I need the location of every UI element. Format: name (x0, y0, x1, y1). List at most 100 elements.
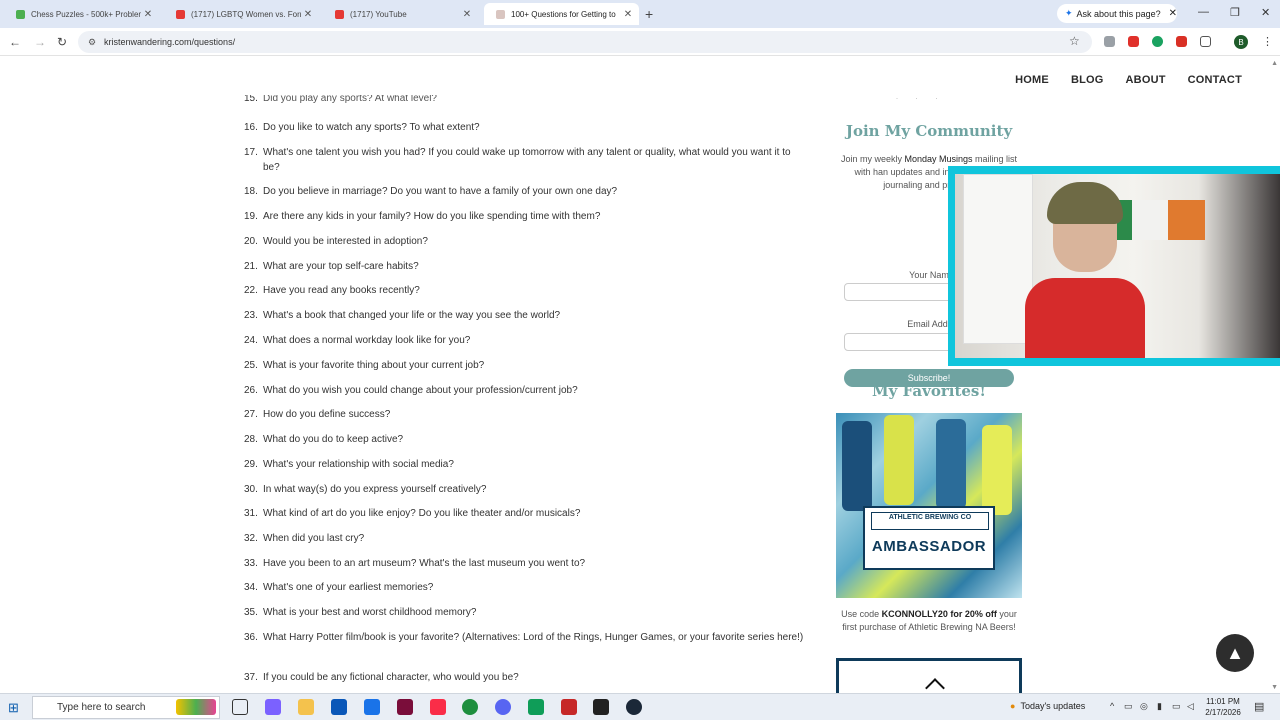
steam-icon[interactable] (626, 699, 642, 715)
youtube-icon (335, 9, 344, 19)
menu-icon[interactable]: ⋮ (1262, 35, 1273, 48)
close-icon[interactable]: ✕ (301, 9, 315, 20)
restore-icon[interactable]: ❐ (1230, 6, 1240, 19)
list-item: 29. What's your relationship with social … (244, 459, 454, 470)
scroll-to-top-button[interactable]: ▲ (1216, 634, 1254, 672)
minimize-icon[interactable]: — (1198, 6, 1209, 18)
webcam-video (955, 174, 1280, 358)
list-item: 35. What is your best and worst childhood… (244, 607, 477, 618)
athletic-brewing-ad[interactable]: ATHLETIC BREWING CO AMBASSADOR (836, 413, 1022, 598)
second-ad[interactable] (836, 658, 1022, 693)
list-item: 19. Are there any kids in your family? Ho… (244, 211, 601, 222)
music-icon[interactable] (430, 699, 446, 715)
close-icon[interactable]: ✕ (621, 9, 635, 20)
scroll-up-icon[interactable]: ▲ (1271, 60, 1278, 67)
youtube-icon (176, 9, 185, 19)
list-item: 27. How do you define success? (244, 409, 391, 420)
list-item: 32. When did you last cry? (244, 533, 365, 544)
discord-icon[interactable] (495, 699, 511, 715)
profile-avatar[interactable]: B (1234, 35, 1248, 49)
chrome-icon[interactable] (462, 699, 478, 715)
nav-home[interactable]: HOME (1015, 74, 1049, 86)
weather-icon: ● (1010, 701, 1016, 711)
nav-about[interactable]: ABOUT (1126, 74, 1166, 86)
tab-title: (1717) YouTube (350, 9, 407, 19)
app-icon[interactable] (561, 699, 577, 715)
window-close-icon[interactable]: ✕ (1261, 6, 1270, 19)
clock[interactable]: 11:01 PM 2/17/2026 (1200, 696, 1246, 718)
list-item: 18. Do you believe in marriage? Do you wa… (244, 186, 618, 197)
list-item: 24. What does a normal workday look like … (244, 335, 471, 346)
nav-blog[interactable]: BLOG (1071, 74, 1104, 86)
scroll-down-icon[interactable]: ▼ (1271, 684, 1278, 691)
address-bar[interactable]: kristenwandering.com/questions/ (78, 31, 1092, 53)
volume-icon[interactable]: ◁ (1187, 701, 1194, 712)
favorites-title: My Favorites! (872, 382, 986, 400)
extension-icon[interactable] (1176, 36, 1187, 47)
list-item: 37. If you could be any fictional charact… (244, 672, 519, 683)
battery-icon[interactable]: ▮ (1157, 701, 1162, 712)
ask-about-page-button[interactable]: ✦ Ask about this page? ✕ (1057, 4, 1177, 23)
list-item: 25. What is your favorite thing about you… (244, 360, 485, 371)
webcam-overlay (948, 166, 1280, 366)
list-item: 31. What kind of art do you like enjoy? D… (244, 508, 581, 519)
tab-title: (1717) LGBTQ Women vs. Form (191, 9, 301, 19)
chevron-up-icon[interactable]: ^ (1110, 701, 1114, 711)
outlook-icon[interactable] (364, 699, 380, 715)
chess-icon (16, 9, 25, 19)
new-tab-button[interactable]: + (645, 6, 653, 22)
taskbar: ⊞ ⌕ Type here to search ● Today's update… (0, 693, 1280, 720)
join-community-title: Join My Community (845, 122, 1013, 140)
windows-start-icon[interactable]: ⊞ (8, 700, 19, 716)
nzxt-icon[interactable] (397, 699, 413, 715)
epic-games-icon[interactable] (593, 699, 609, 715)
brand-logo: ATHLETIC BREWING CO (871, 512, 989, 530)
extension-icon[interactable] (1128, 36, 1139, 47)
list-item: 15. Did you play any sports? At what lev… (244, 95, 437, 103)
divider: · · · (896, 96, 946, 102)
tab-youtube-lgbtq[interactable]: (1717) LGBTQ Women vs. Form ✕ (164, 3, 319, 25)
news-widget[interactable]: ● Today's updates (1010, 701, 1085, 711)
sparkle-icon: ✦ (1065, 8, 1073, 18)
close-icon[interactable]: ✕ (460, 9, 474, 20)
list-item: 34. What's one of your earliest memories? (244, 582, 434, 593)
close-icon[interactable]: ✕ (141, 9, 155, 20)
tab-title: Chess Puzzles - 500k+ Problem (31, 9, 141, 19)
close-icon[interactable]: ✕ (1169, 8, 1177, 19)
tray-icon[interactable]: ▭ (1124, 701, 1133, 712)
notification-icon[interactable]: ▤ (1254, 700, 1264, 713)
list-item: 16. Do you like to watch any sports? To w… (244, 122, 480, 133)
extension-icon[interactable] (1104, 36, 1115, 47)
store-icon[interactable] (331, 699, 347, 715)
list-item: 21. What are your top self-care habits? (244, 261, 419, 272)
list-item: 36. What Harry Potter film/book is your f… (244, 632, 804, 643)
reload-icon[interactable]: ↻ (57, 35, 67, 49)
forward-icon[interactable]: → (34, 35, 46, 49)
list-item: 22. Have you read any books recently? (244, 285, 420, 296)
site-info-icon[interactable]: ⚙ (88, 37, 96, 48)
extension-icon[interactable] (1152, 36, 1163, 47)
ambassador-badge: ATHLETIC BREWING CO AMBASSADOR (863, 506, 995, 570)
nav-contact[interactable]: CONTACT (1188, 74, 1242, 86)
tab-chess-puzzles[interactable]: Chess Puzzles - 500k+ Problem ✕ (4, 3, 159, 25)
list-item: 28. What do you do to keep active? (244, 434, 404, 445)
site-nav: HOME BLOG ABOUT CONTACT (1015, 74, 1242, 86)
tab-title: 100+ Questions for Getting to (511, 9, 616, 19)
bookmark-star-icon[interactable]: ☆ (1069, 34, 1080, 48)
task-view-icon[interactable] (232, 699, 248, 715)
back-icon[interactable]: ← (9, 35, 21, 49)
tab-youtube[interactable]: (1717) YouTube ✕ (323, 3, 478, 25)
network-icon[interactable]: ▭ (1172, 701, 1181, 712)
puzzle-icon[interactable] (1200, 36, 1211, 47)
promo-text: Use code KCONNOLLY20 for 20% off your fi… (841, 609, 1017, 632)
list-item: 17. What's one talent you wish you had? I… (244, 147, 791, 173)
file-explorer-icon[interactable] (298, 699, 314, 715)
app-icon[interactable] (528, 699, 544, 715)
search-highlight-icon (176, 699, 216, 715)
ambassador-text: AMBASSADOR (871, 538, 987, 555)
copilot-icon[interactable] (265, 699, 281, 715)
list-item: 33. Have you been to an art museum? What'… (244, 558, 586, 569)
tray-icon[interactable]: ◎ (1140, 701, 1148, 712)
tab-questions[interactable]: 100+ Questions for Getting to ✕ (484, 3, 639, 25)
site-favicon-icon (496, 9, 505, 19)
